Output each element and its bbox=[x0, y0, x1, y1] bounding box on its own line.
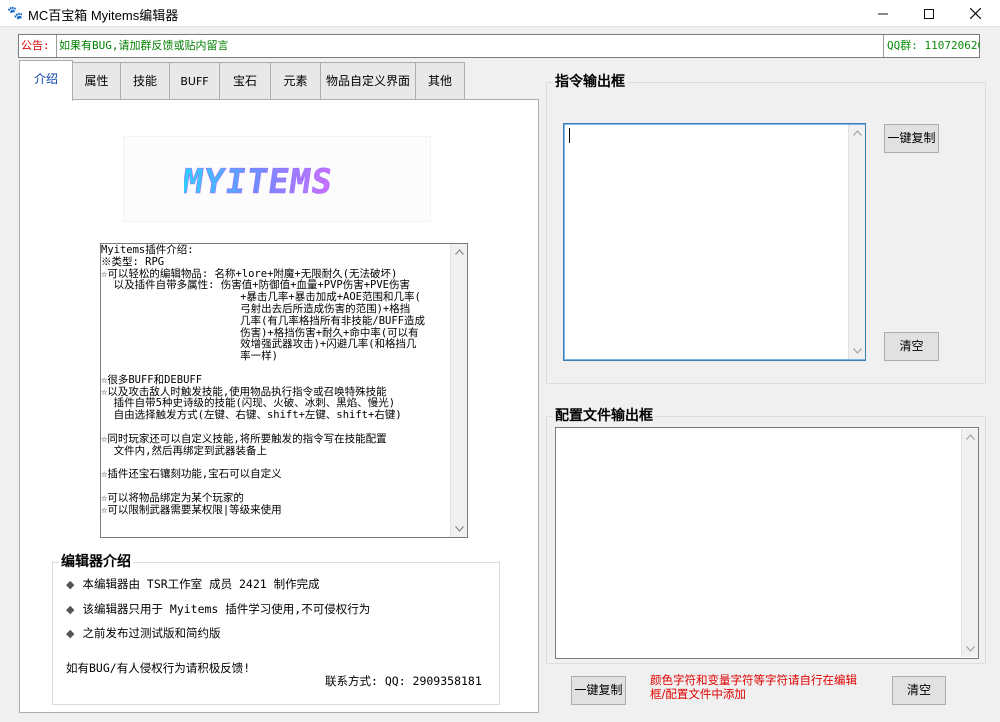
plugin-intro-textbox[interactable]: Myitems插件介绍: ※类型: RPG ☆可以轻松的编辑物品: 名称+lor… bbox=[100, 243, 468, 538]
logo-text: MYITEMS bbox=[184, 162, 336, 201]
logo-graphic: MYITEMS bbox=[184, 162, 336, 201]
qq-group-text: QQ群: 110720620 bbox=[883, 35, 980, 57]
scroll-down-arrow-icon[interactable] bbox=[849, 343, 865, 359]
editor-intro-title: 编辑器介绍 bbox=[59, 554, 133, 570]
editor-intro-group: 编辑器介绍 ◆ 本编辑器由 TSR工作室 成员 2421 制作完成 ◆ 该编辑器只用… bbox=[52, 554, 500, 705]
maximize-button[interactable] bbox=[906, 0, 952, 27]
command-clear-button[interactable]: 清空 bbox=[884, 332, 939, 361]
intro-scrollbar[interactable] bbox=[450, 244, 467, 537]
tab-gems[interactable]: 宝石 bbox=[219, 62, 271, 100]
paw-icon: 🐾 bbox=[7, 6, 24, 21]
command-output-textarea[interactable] bbox=[563, 123, 866, 361]
tab-item-custom-ui[interactable]: 物品自定义界面 bbox=[320, 62, 416, 100]
diamond-bullet-icon: ◆ bbox=[66, 603, 75, 616]
scroll-up-arrow-icon[interactable] bbox=[451, 244, 467, 260]
config-output-textarea[interactable] bbox=[555, 427, 979, 659]
tab-intro[interactable]: 介绍 bbox=[19, 60, 73, 101]
config-output-title: 配置文件输出框 bbox=[553, 408, 655, 424]
color-char-note: 颜色字符和变量字符等字符请自行在编辑 框/配置文件中添加 bbox=[650, 673, 857, 701]
tab-buff[interactable]: BUFF bbox=[169, 62, 220, 100]
tab-elements[interactable]: 元素 bbox=[270, 62, 321, 100]
command-output-title: 指令输出框 bbox=[553, 74, 627, 90]
title-bar: 🐾 MC百宝箱 Myitems编辑器 bbox=[0, 0, 1000, 27]
tab-other[interactable]: 其他 bbox=[415, 62, 465, 100]
scroll-down-arrow-icon[interactable] bbox=[451, 521, 467, 537]
tab-skills[interactable]: 技能 bbox=[120, 62, 170, 100]
diamond-bullet-icon: ◆ bbox=[66, 627, 75, 640]
config-output-group: 配置文件输出框 bbox=[546, 408, 986, 664]
minimize-icon bbox=[878, 13, 888, 14]
minimize-button[interactable] bbox=[860, 0, 906, 27]
close-button[interactable] bbox=[952, 0, 998, 27]
notice-label: 公告: bbox=[19, 35, 57, 57]
editor-intro-item: ◆ 之前发布过测试版和简约版 bbox=[66, 626, 221, 640]
maximize-icon bbox=[924, 8, 934, 19]
plugin-intro-text: Myitems插件介绍: ※类型: RPG ☆可以轻松的编辑物品: 名称+lor… bbox=[101, 244, 426, 516]
editor-intro-item: ◆ 该编辑器只用于 Myitems 插件学习使用,不可侵权行为 bbox=[66, 602, 371, 616]
intro-panel: MYITEMS Myitems插件介绍: ※类型: RPG ☆可以轻松的编辑物品… bbox=[19, 99, 539, 713]
command-output-scrollbar[interactable] bbox=[848, 125, 865, 359]
scroll-up-arrow-icon[interactable] bbox=[849, 125, 865, 141]
scroll-up-arrow-icon[interactable] bbox=[962, 429, 978, 445]
bug-report-note: 如有BUG/有人侵权行为请积极反馈! bbox=[66, 661, 251, 675]
diamond-bullet-icon: ◆ bbox=[66, 578, 75, 591]
myitems-logo: MYITEMS bbox=[123, 136, 431, 222]
config-output-scrollbar[interactable] bbox=[961, 429, 978, 657]
close-icon bbox=[969, 8, 981, 19]
editor-intro-item: ◆ 本编辑器由 TSR工作室 成员 2421 制作完成 bbox=[66, 577, 320, 591]
config-copy-button[interactable]: 一键复制 bbox=[571, 676, 626, 705]
text-caret bbox=[569, 128, 570, 143]
window-title: MC百宝箱 Myitems编辑器 bbox=[28, 8, 179, 23]
notice-text: 如果有BUG,请加群反馈或贴内留言 bbox=[59, 39, 229, 52]
tab-attributes[interactable]: 属性 bbox=[72, 62, 121, 100]
scroll-down-arrow-icon[interactable] bbox=[962, 641, 978, 657]
config-clear-button[interactable]: 清空 bbox=[892, 676, 946, 705]
notice-bar: 公告: 如果有BUG,请加群反馈或贴内留言 QQ群: 110720620 bbox=[18, 34, 980, 58]
command-copy-button[interactable]: 一键复制 bbox=[884, 124, 939, 153]
command-output-group: 指令输出框 一键复制 清空 bbox=[546, 74, 986, 384]
contact-info: 联系方式: QQ: 2909358181 bbox=[325, 674, 482, 688]
